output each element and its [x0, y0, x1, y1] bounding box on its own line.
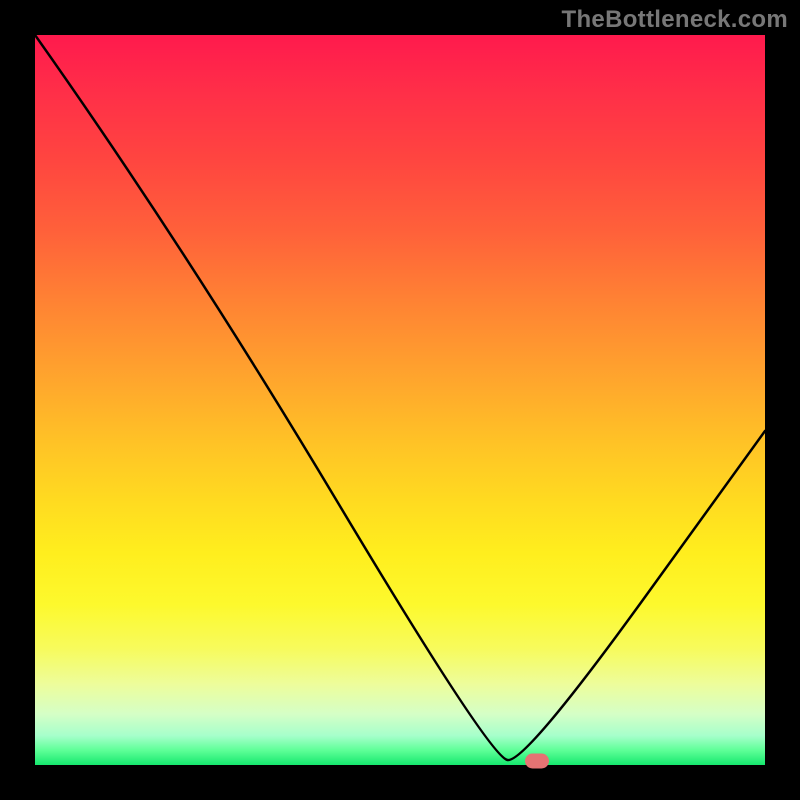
optimal-point-marker [525, 754, 549, 769]
watermark-text: TheBottleneck.com [562, 6, 788, 34]
plot-background [35, 35, 765, 765]
